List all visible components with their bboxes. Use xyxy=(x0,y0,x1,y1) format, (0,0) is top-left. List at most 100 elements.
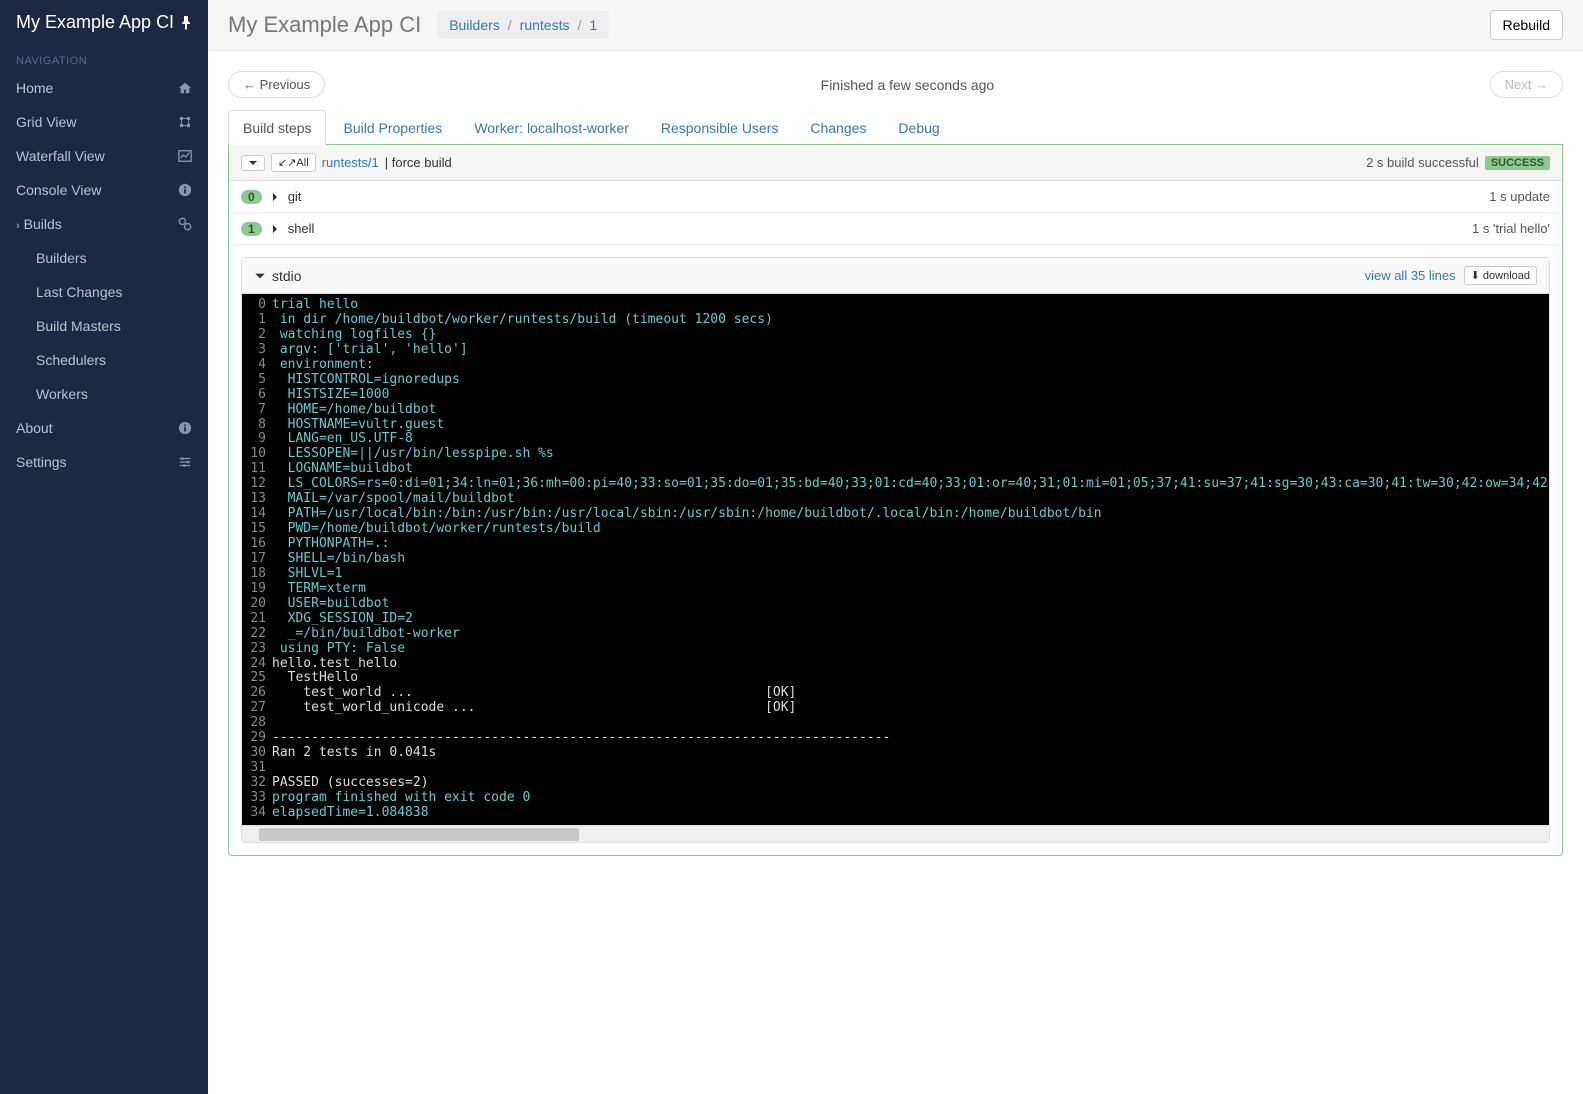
log-line: 8 HOSTNAME=vultr.guest xyxy=(242,418,1549,433)
step-summary: 1 s 'trial hello' xyxy=(1472,221,1550,236)
sidebar-item-waterfall-view[interactable]: Waterfall View xyxy=(0,139,208,173)
log-line: 19 TERM=xterm xyxy=(242,582,1549,597)
breadcrumb: Builders / runtests / 1 xyxy=(437,11,609,39)
sidebar-item-workers[interactable]: Workers xyxy=(0,377,208,411)
download-icon: ⬇ xyxy=(1471,270,1480,282)
log-header: stdio view all 35 lines ⬇ download xyxy=(242,258,1549,294)
breadcrumb-builders[interactable]: Builders xyxy=(449,17,500,33)
log-terminal[interactable]: 0trial hello1 in dir /home/buildbot/work… xyxy=(242,294,1549,825)
log-line: 14 PATH=/usr/local/bin:/bin:/usr/bin:/us… xyxy=(242,507,1549,522)
sidebar-item-label: Build Masters xyxy=(36,318,121,334)
chevron-right-icon[interactable] xyxy=(270,192,280,202)
sidebar-header: My Example App CI xyxy=(0,0,208,45)
sidebar-item-label: About xyxy=(16,420,53,436)
grid-icon xyxy=(178,115,192,129)
step-number: 0 xyxy=(241,190,262,204)
sidebar-item-about[interactable]: About xyxy=(0,411,208,445)
log-line: 9 LANG=en_US.UTF-8 xyxy=(242,432,1549,447)
log-line: 20 USER=buildbot xyxy=(242,597,1549,612)
step-name: shell xyxy=(288,221,315,236)
log-line: 32PASSED (successes=2) xyxy=(242,776,1549,791)
tab-worker-localhost-worker[interactable]: Worker: localhost-worker xyxy=(459,110,644,145)
log-line: 18 SHLVL=1 xyxy=(242,567,1549,582)
step-name: git xyxy=(288,189,302,204)
log-line: 1 in dir /home/buildbot/worker/runtests/… xyxy=(242,313,1549,328)
log-line: 17 SHELL=/bin/bash xyxy=(242,552,1549,567)
previous-build-button[interactable]: ← Previous xyxy=(228,71,325,98)
step-summary: 1 s update xyxy=(1489,189,1550,204)
log-line: 0trial hello xyxy=(242,298,1549,313)
log-line: 22 _=/bin/buildbot-worker xyxy=(242,627,1549,642)
build-desc: | force build xyxy=(385,155,452,170)
log-line: 21 XDG_SESSION_ID=2 xyxy=(242,612,1549,627)
log-panel: stdio view all 35 lines ⬇ download 0tria… xyxy=(241,257,1550,843)
log-line: 13 MAIL=/var/spool/mail/buildbot xyxy=(242,492,1549,507)
sidebar: My Example App CI NAVIGATION HomeGrid Vi… xyxy=(0,0,208,1094)
breadcrumb-build-number[interactable]: 1 xyxy=(589,17,597,33)
collapse-toggle-button[interactable] xyxy=(241,155,265,171)
sidebar-item-schedulers[interactable]: Schedulers xyxy=(0,343,208,377)
topbar: My Example App CI Builders / runtests / … xyxy=(208,0,1583,51)
log-line: 6 HISTSIZE=1000 xyxy=(242,388,1549,403)
pin-icon[interactable] xyxy=(180,16,192,30)
tab-responsible-users[interactable]: Responsible Users xyxy=(646,110,794,145)
step-number: 1 xyxy=(241,222,262,236)
sidebar-item-label: Waterfall View xyxy=(16,148,105,164)
sidebar-item-last-changes[interactable]: Last Changes xyxy=(0,275,208,309)
log-line: 2 watching logfiles {} xyxy=(242,328,1549,343)
expand-all-button[interactable]: ↙↗All xyxy=(271,153,316,172)
build-timing: 2 s build successful xyxy=(1366,155,1479,170)
info-icon xyxy=(178,421,192,435)
app-brand[interactable]: My Example App CI xyxy=(16,12,174,33)
log-line: 15 PWD=/home/buildbot/worker/runtests/bu… xyxy=(242,522,1549,537)
sidebar-item-label: Grid View xyxy=(16,114,76,130)
build-link[interactable]: runtests/1 xyxy=(322,155,379,170)
sidebar-item-label: Last Changes xyxy=(36,284,122,300)
download-button[interactable]: ⬇ download xyxy=(1464,266,1537,285)
next-build-button[interactable]: Next → xyxy=(1490,71,1563,98)
chevron-down-icon xyxy=(248,158,258,168)
rebuild-button[interactable]: Rebuild xyxy=(1490,10,1563,40)
tab-build-properties[interactable]: Build Properties xyxy=(328,110,457,145)
build-steps-panel: ↙↗All runtests/1 | force build 2 s build… xyxy=(228,144,1563,856)
breadcrumb-runtests[interactable]: runtests xyxy=(520,17,570,33)
main-content: My Example App CI Builders / runtests / … xyxy=(208,0,1583,1094)
sidebar-item-grid-view[interactable]: Grid View xyxy=(0,105,208,139)
sidebar-item-settings[interactable]: Settings xyxy=(0,445,208,479)
tab-debug[interactable]: Debug xyxy=(883,110,954,145)
log-line: 25 TestHello xyxy=(242,671,1549,686)
log-line: 28 xyxy=(242,716,1549,731)
build-nav-row: ← Previous Finished a few seconds ago Ne… xyxy=(228,71,1563,98)
log-name: stdio xyxy=(272,268,302,284)
sidebar-item-label: Builds xyxy=(24,216,62,232)
log-line: 24hello.test_hello xyxy=(242,657,1549,672)
cogs-icon xyxy=(178,217,192,231)
sidebar-item-label: Settings xyxy=(16,454,67,470)
tab-changes[interactable]: Changes xyxy=(795,110,881,145)
log-line: 16 PYTHONPATH=.: xyxy=(242,537,1549,552)
log-line: 5 HISTCONTROL=ignoredups xyxy=(242,373,1549,388)
sidebar-item-console-view[interactable]: Console View xyxy=(0,173,208,207)
log-line: 23 using PTY: False xyxy=(242,642,1549,657)
chevron-down-icon[interactable] xyxy=(254,270,266,282)
log-line: 3 argv: ['trial', 'hello'] xyxy=(242,343,1549,358)
page-title: My Example App CI xyxy=(228,12,421,38)
log-line: 30Ran 2 tests in 0.041s xyxy=(242,746,1549,761)
sidebar-item-builders[interactable]: Builders xyxy=(0,241,208,275)
sidebar-item-builds[interactable]: ›Builds xyxy=(0,207,208,241)
sidebar-item-build-masters[interactable]: Build Masters xyxy=(0,309,208,343)
view-all-lines-link[interactable]: view all 35 lines xyxy=(1365,268,1456,283)
log-line: 27 test_world_unicode ... [OK] xyxy=(242,701,1549,716)
tab-build-steps[interactable]: Build steps xyxy=(228,110,326,145)
chart-icon xyxy=(178,149,192,163)
step-row-git[interactable]: 0 git 1 s update xyxy=(229,181,1562,213)
horizontal-scrollbar[interactable] xyxy=(242,825,1549,842)
breadcrumb-sep: / xyxy=(508,17,512,33)
breadcrumb-sep: / xyxy=(577,17,581,33)
sidebar-item-label: Console View xyxy=(16,182,101,198)
step-row-shell[interactable]: 1 shell 1 s 'trial hello' xyxy=(229,213,1562,245)
sidebar-item-home[interactable]: Home xyxy=(0,71,208,105)
chevron-right-icon[interactable] xyxy=(270,224,280,234)
home-icon xyxy=(178,81,192,95)
log-line: 31 xyxy=(242,761,1549,776)
